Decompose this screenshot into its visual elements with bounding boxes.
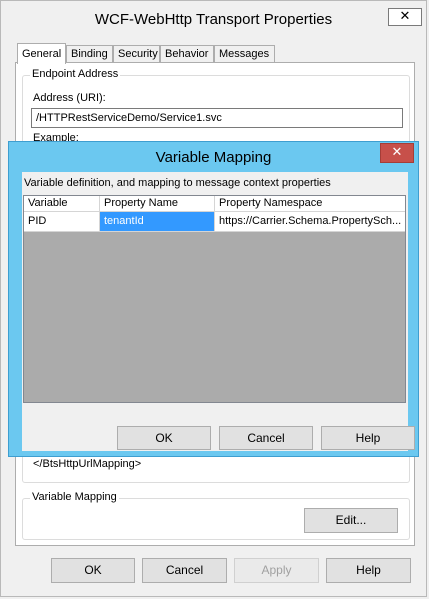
cell-property-namespace[interactable]: https://Carrier.Schema.PropertySch... [215, 212, 405, 231]
tab-binding[interactable]: Binding [66, 45, 113, 63]
address-uri-input[interactable]: /HTTPRestServiceDemo/Service1.svc [31, 108, 403, 128]
table-row[interactable]: PID tenantId https://Carrier.Schema.Prop… [24, 212, 405, 232]
dialog-ok-button[interactable]: OK [117, 426, 211, 450]
variable-mapping-group: Variable Mapping Edit... [22, 491, 410, 540]
mapping-grid[interactable]: Variable Property Name Property Namespac… [23, 195, 406, 403]
help-button[interactable]: Help [326, 558, 411, 583]
ok-button[interactable]: OK [51, 558, 135, 583]
dialog-help-button[interactable]: Help [321, 426, 415, 450]
dialog-title: Variable Mapping [155, 149, 272, 166]
tab-messages[interactable]: Messages [214, 45, 275, 63]
column-header-variable[interactable]: Variable [24, 196, 100, 211]
variable-mapping-label: Variable Mapping [30, 491, 119, 503]
cancel-button[interactable]: Cancel [142, 558, 227, 583]
window-close-button[interactable]: ✕ [388, 8, 422, 26]
apply-button: Apply [234, 558, 319, 583]
address-uri-label: Address (URI): [33, 92, 106, 104]
tab-general[interactable]: General [17, 43, 66, 64]
dialog-description: Variable definition, and mapping to mess… [24, 177, 331, 189]
edit-variable-mapping-button[interactable]: Edit... [304, 508, 398, 533]
tab-behavior[interactable]: Behavior [160, 45, 214, 63]
window-title: WCF-WebHttp Transport Properties [94, 11, 333, 28]
column-header-property-namespace[interactable]: Property Namespace [215, 196, 405, 211]
tab-security[interactable]: Security [113, 45, 160, 63]
cell-property-name[interactable]: tenantId [100, 212, 215, 231]
close-icon: ✕ [391, 145, 403, 160]
dialog-close-button[interactable]: ✕ [380, 143, 414, 163]
variable-mapping-dialog: Variable Mapping ✕ Variable definition, … [8, 141, 419, 457]
close-icon: ✕ [399, 9, 411, 24]
dialog-cancel-button[interactable]: Cancel [219, 426, 313, 450]
cell-variable[interactable]: PID [24, 212, 100, 231]
url-mapping-text: </BtsHttpUrlMapping> [33, 458, 142, 470]
dialog-body: Variable definition, and mapping to mess… [22, 172, 415, 451]
grid-header: Variable Property Name Property Namespac… [24, 196, 405, 212]
column-header-property-name[interactable]: Property Name [100, 196, 215, 211]
endpoint-address-label: Endpoint Address [30, 68, 121, 80]
